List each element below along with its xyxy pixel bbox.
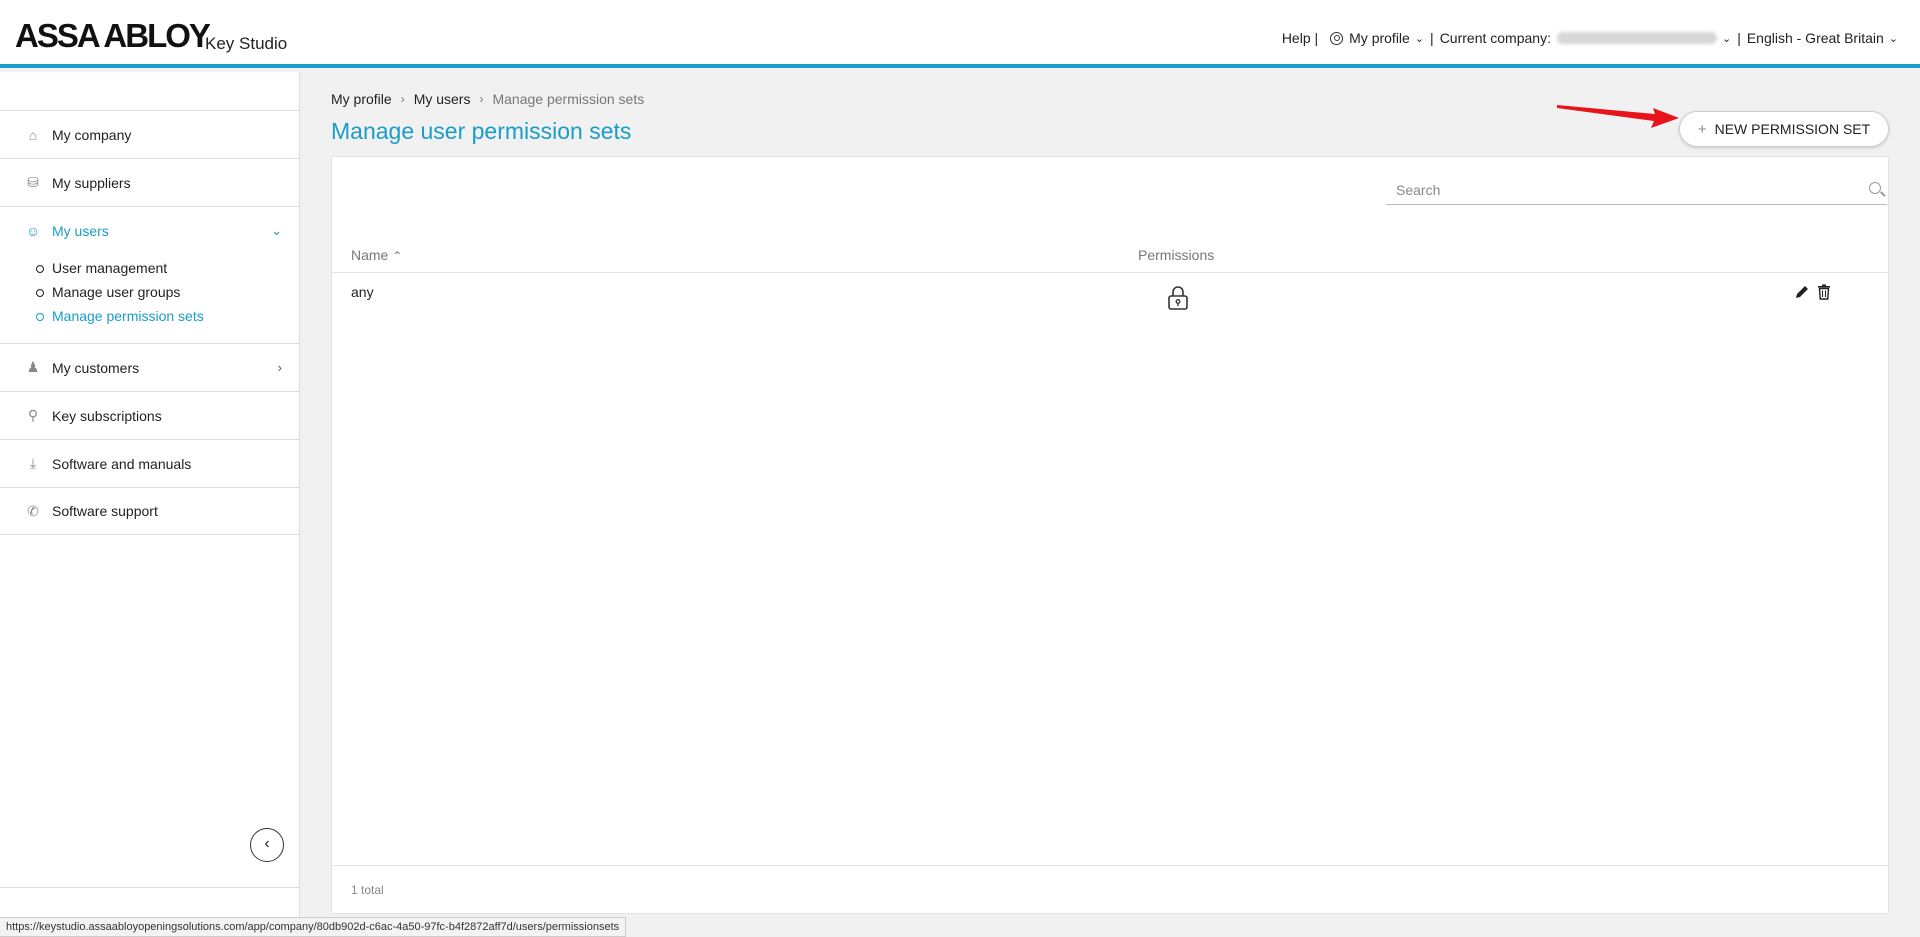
chevron-down-icon: ⌄ bbox=[271, 222, 282, 238]
new-permission-set-label: NEW PERMISSION SET bbox=[1714, 121, 1871, 137]
breadcrumb-my-users[interactable]: My users bbox=[414, 91, 471, 107]
total-count: 1 total bbox=[351, 883, 384, 897]
sort-ascending-icon: ⌃ bbox=[392, 249, 403, 263]
chevron-left-icon: ‹ bbox=[264, 835, 270, 852]
sidebar-subitem-manage-permission-sets[interactable]: Manage permission sets bbox=[0, 304, 300, 328]
trash-icon[interactable] bbox=[1817, 284, 1831, 300]
sidebar-item-software-and-manuals[interactable]: ⤓ Software and manuals bbox=[0, 439, 300, 487]
truck-icon: ⛁ bbox=[27, 174, 39, 190]
breadcrumb-current: Manage permission sets bbox=[492, 91, 645, 107]
sidebar-item-label: My company bbox=[52, 126, 132, 143]
my-users-submenu: User management Manage user groups Manag… bbox=[0, 256, 300, 328]
collapse-sidebar-button[interactable]: ‹ bbox=[250, 828, 284, 862]
edit-icon[interactable] bbox=[1794, 284, 1810, 300]
column-header-permissions: Permissions bbox=[1138, 247, 1215, 263]
chevron-right-icon: › bbox=[277, 360, 282, 375]
my-profile-label: My profile bbox=[1349, 30, 1410, 46]
language-label: English - Great Britain bbox=[1746, 30, 1884, 46]
breadcrumb: My profile › My users › Manage permissio… bbox=[331, 91, 644, 107]
sidebar: ⌂ My company ⛁ My suppliers ☺ My users ⌄… bbox=[0, 72, 300, 922]
search-box bbox=[1386, 175, 1887, 205]
column-header-name-label: Name bbox=[351, 247, 389, 263]
download-icon: ⤓ bbox=[29, 455, 37, 471]
breadcrumb-my-profile[interactable]: My profile bbox=[331, 91, 392, 107]
chevron-right-icon: › bbox=[479, 92, 484, 106]
sidebar-item-label: Software and manuals bbox=[52, 455, 192, 472]
brand-logo[interactable]: ASSA ABLOY bbox=[15, 17, 211, 55]
permission-set-name: any bbox=[351, 284, 374, 300]
my-profile-menu[interactable]: My profile ⌄ bbox=[1330, 30, 1424, 46]
sidebar-item-software-support[interactable]: ✆ Software support bbox=[0, 487, 300, 535]
sidebar-item-my-company[interactable]: ⌂ My company bbox=[0, 110, 300, 158]
sidebar-item-label: My customers bbox=[52, 359, 140, 376]
browser-status-url: https://keystudio.assaabloyopeningsoluti… bbox=[0, 917, 627, 937]
sidebar-item-my-customers[interactable]: ♟ My customers › bbox=[0, 343, 300, 391]
top-nav: Help | My profile ⌄ | Current company: ⌄… bbox=[1281, 30, 1898, 46]
table-footer: 1 total bbox=[332, 865, 1888, 913]
sidebar-item-label: Key subscriptions bbox=[52, 407, 162, 424]
column-header-name[interactable]: Name ⌃ bbox=[351, 247, 402, 263]
user-icon: ☺ bbox=[25, 222, 41, 239]
sidebar-item-label: My suppliers bbox=[52, 174, 131, 191]
sidebar-divider bbox=[0, 887, 300, 888]
chevron-down-icon: ⌄ bbox=[1721, 32, 1732, 45]
search-input[interactable] bbox=[1386, 181, 1846, 198]
table-header: Name ⌃ Permissions bbox=[332, 239, 1888, 273]
app-header: ASSA ABLOY Key Studio Help | My profile … bbox=[0, 0, 1920, 68]
sidebar-item-label: My users bbox=[52, 222, 109, 239]
table-row[interactable]: any bbox=[332, 274, 1888, 316]
sidebar-subitem-manage-user-groups[interactable]: Manage user groups bbox=[0, 280, 300, 304]
search-icon[interactable] bbox=[1869, 182, 1881, 194]
chevron-down-icon: ⌄ bbox=[1414, 32, 1425, 45]
chevron-down-icon: ⌄ bbox=[1888, 32, 1898, 45]
sidebar-item-label: Software support bbox=[52, 503, 158, 519]
sidebar-subitem-user-management[interactable]: User management bbox=[0, 256, 300, 280]
product-name: Key Studio bbox=[205, 34, 288, 53]
current-company-label: Current company: bbox=[1439, 30, 1551, 46]
chevron-right-icon: › bbox=[400, 92, 405, 106]
profile-icon bbox=[1330, 31, 1344, 45]
language-selector[interactable]: English - Great Britain ⌄ bbox=[1747, 30, 1898, 46]
plus-icon: + bbox=[1697, 120, 1707, 138]
company-name-redacted bbox=[1556, 32, 1717, 44]
phone-icon: ✆ bbox=[27, 502, 39, 519]
key-icon: ⚲ bbox=[27, 407, 39, 423]
lock-icon[interactable] bbox=[1167, 285, 1189, 311]
page-title: Manage user permission sets bbox=[331, 118, 632, 144]
help-link[interactable]: Help | bbox=[1282, 30, 1318, 46]
sidebar-item-my-suppliers[interactable]: ⛁ My suppliers bbox=[0, 158, 300, 206]
sidebar-item-key-subscriptions[interactable]: ⚲ Key subscriptions bbox=[0, 391, 300, 439]
customers-icon: ♟ bbox=[26, 359, 40, 375]
annotation-arrow-icon bbox=[1557, 105, 1679, 128]
sidebar-item-my-users[interactable]: ☺ My users ⌄ bbox=[0, 206, 300, 254]
permission-sets-panel: Name ⌃ Permissions any 1 total bbox=[331, 156, 1889, 914]
new-permission-set-button[interactable]: + NEW PERMISSION SET bbox=[1679, 111, 1889, 147]
current-company-selector[interactable]: Current company: ⌄ bbox=[1440, 30, 1732, 46]
home-icon: ⌂ bbox=[28, 126, 38, 143]
